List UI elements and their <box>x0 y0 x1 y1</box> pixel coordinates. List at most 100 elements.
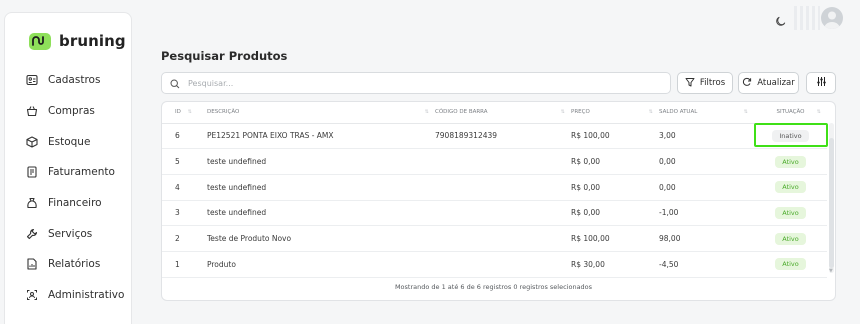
cell-codigo: 7908189312439 <box>435 123 571 150</box>
cell-descricao: teste undefined <box>198 148 435 175</box>
brand-logo[interactable]: bruning <box>29 32 126 50</box>
cell-id: 4 <box>162 174 198 201</box>
sidebar-item-label: Faturamento <box>48 166 115 179</box>
cell-saldo: 0,00 <box>659 148 754 175</box>
table-row[interactable]: 4 teste undefined R$ 0,00 0,00 Ativo <box>162 174 827 201</box>
table-row[interactable]: 2 Teste de Produto Novo R$ 100,00 98,00 … <box>162 225 827 252</box>
filters-label: Filtros <box>699 78 726 88</box>
scroll-down-icon[interactable]: ▼ <box>829 268 833 274</box>
status-badge[interactable]: Ativo <box>775 155 806 168</box>
cell-preco: R$ 0,00 <box>571 174 659 201</box>
cell-descricao: teste undefined <box>198 200 435 227</box>
report-icon <box>25 257 39 271</box>
column-header-situacao[interactable]: SITUAÇÃO ⇅ <box>754 102 827 124</box>
sidebar-item-servicos[interactable]: Serviços <box>13 218 124 249</box>
sort-icon: ⇅ <box>187 109 192 115</box>
cell-descricao: Produto <box>198 251 435 278</box>
sidebar-item-label: Financeiro <box>48 197 102 210</box>
cell-id: 3 <box>162 200 198 227</box>
refresh-label: Atualizar <box>757 78 795 88</box>
sidebar-item-label: Administrativo <box>48 289 125 302</box>
sliders-icon <box>816 76 827 90</box>
table-scrollbar-thumb[interactable] <box>829 138 834 268</box>
column-settings-button[interactable] <box>806 72 836 94</box>
table-row[interactable]: 3 teste undefined R$ 0,00 -1,00 Ativo <box>162 200 827 227</box>
moon-icon[interactable] <box>775 12 789 26</box>
refresh-button[interactable]: Atualizar <box>738 72 799 94</box>
cell-codigo <box>435 148 571 175</box>
sidebar-item-compras[interactable]: Compras <box>13 96 124 127</box>
cell-descricao: Teste de Produto Novo <box>198 225 435 252</box>
id-card-icon <box>25 73 39 87</box>
cell-descricao: teste undefined <box>198 174 435 201</box>
box-icon <box>25 135 39 149</box>
status-badge[interactable]: Inativo <box>772 129 809 142</box>
cell-preco: R$ 100,00 <box>571 225 659 252</box>
column-header-id[interactable]: ID ⇅ <box>162 102 198 124</box>
refresh-icon <box>742 77 752 90</box>
cell-situacao: Ativo <box>754 251 827 278</box>
sort-icon: ⇅ <box>648 109 653 115</box>
cell-situacao: Inativo <box>754 123 827 150</box>
sidebar-item-label: Relatórios <box>48 258 101 271</box>
column-header-descricao[interactable]: DESCRIÇÃO ⇅ <box>198 102 435 124</box>
sidebar-item-faturamento[interactable]: Faturamento <box>13 157 124 188</box>
cell-id: 2 <box>162 225 198 252</box>
sort-icon: ⇅ <box>560 109 565 115</box>
cell-codigo <box>435 251 571 278</box>
status-badge[interactable]: Ativo <box>775 232 806 245</box>
cell-descricao: PE12521 PONTA EIXO TRAS - AMX <box>198 123 435 150</box>
table-row[interactable]: 5 teste undefined R$ 0,00 0,00 Ativo <box>162 148 827 175</box>
avatar[interactable] <box>821 7 843 29</box>
sidebar-item-administrativo[interactable]: Administrativo <box>13 280 124 311</box>
cell-preco: R$ 100,00 <box>571 123 659 150</box>
cell-preco: R$ 0,00 <box>571 200 659 227</box>
sidebar-item-label: Estoque <box>48 135 91 148</box>
products-table: ID ⇅ DESCRIÇÃO ⇅ CÓDIGO DE BARRA ⇅ PREÇO ⇅ S… <box>161 101 836 301</box>
cell-situacao: Ativo <box>754 200 827 227</box>
cell-saldo: 3,00 <box>659 123 754 150</box>
cell-saldo: -1,00 <box>659 200 754 227</box>
money-bag-icon <box>25 196 39 210</box>
cell-saldo: 98,00 <box>659 225 754 252</box>
cell-codigo <box>435 174 571 201</box>
cell-preco: R$ 0,00 <box>571 148 659 175</box>
page-title: Pesquisar Produtos <box>161 49 288 63</box>
cell-preco: R$ 30,00 <box>571 251 659 278</box>
brand-name: bruning <box>59 32 126 50</box>
filters-button[interactable]: Filtros <box>677 72 733 94</box>
sidebar-item-estoque[interactable]: Estoque <box>13 126 124 157</box>
search-bar[interactable] <box>161 72 671 94</box>
cell-situacao: Ativo <box>754 225 827 252</box>
column-header-preco[interactable]: PREÇO ⇅ <box>571 102 659 124</box>
cell-id: 5 <box>162 148 198 175</box>
sort-icon: ⇅ <box>424 109 429 115</box>
status-badge[interactable]: Ativo <box>775 206 806 219</box>
sidebar-item-label: Compras <box>48 105 95 118</box>
receipt-icon <box>25 165 39 179</box>
search-icon <box>170 74 180 93</box>
status-badge[interactable]: Ativo <box>775 258 806 271</box>
sidebar-nav: Cadastros Compras Estoque Faturamento Fi… <box>13 65 124 311</box>
sidebar-item-cadastros[interactable]: Cadastros <box>13 65 124 96</box>
sidebar-item-financeiro[interactable]: Financeiro <box>13 188 124 219</box>
cell-situacao: Ativo <box>754 174 827 201</box>
table-row[interactable]: 1 Produto R$ 30,00 -4,50 Ativo <box>162 251 827 278</box>
basket-icon <box>25 104 39 118</box>
cell-saldo: -4,50 <box>659 251 754 278</box>
admin-icon <box>25 288 39 302</box>
cell-id: 1 <box>162 251 198 278</box>
status-badge[interactable]: Ativo <box>775 181 806 194</box>
table-row[interactable]: 6 PE12521 PONTA EIXO TRAS - AMX 79081893… <box>162 123 827 150</box>
cell-codigo <box>435 225 571 252</box>
table-header-row: ID ⇅ DESCRIÇÃO ⇅ CÓDIGO DE BARRA ⇅ PREÇO ⇅ S… <box>162 102 827 124</box>
cell-codigo <box>435 200 571 227</box>
cell-id: 6 <box>162 123 198 150</box>
table-footer-status: Mostrando de 1 até 6 de 6 registros 0 re… <box>394 283 593 291</box>
cell-situacao: Ativo <box>754 148 827 175</box>
search-input[interactable] <box>188 78 648 88</box>
column-header-saldo[interactable]: SALDO ATUAL ⇅ <box>659 102 754 124</box>
filter-icon <box>685 77 695 90</box>
column-header-codigo[interactable]: CÓDIGO DE BARRA ⇅ <box>435 102 571 124</box>
sidebar-item-relatorios[interactable]: Relatórios <box>13 249 124 280</box>
